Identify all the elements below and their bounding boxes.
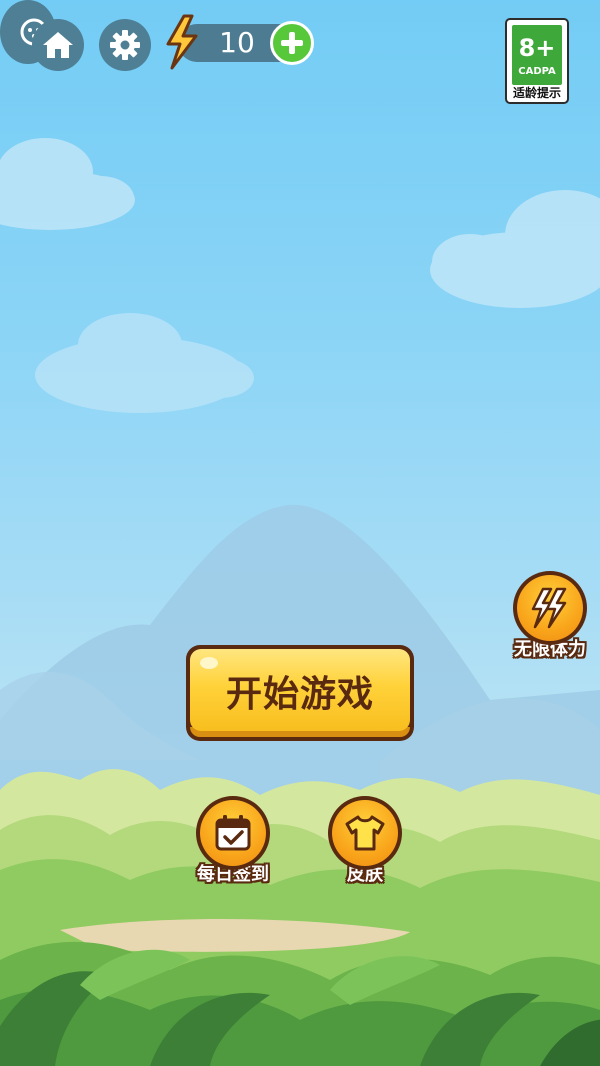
home-button[interactable]	[32, 19, 84, 71]
unlimited-energy-circle	[513, 571, 587, 645]
plus-icon	[281, 32, 303, 54]
cloud-middle	[35, 313, 254, 413]
age-rating-org: CADPA	[518, 66, 556, 77]
lightning-icon	[531, 587, 567, 629]
skin-button[interactable]: 皮肤	[322, 796, 408, 886]
age-rating-value: 8+	[518, 34, 556, 62]
skin-circle	[328, 796, 402, 870]
age-rating-tip: 适龄提示	[512, 86, 561, 100]
add-energy-button[interactable]	[270, 21, 314, 65]
settings-button[interactable]	[99, 19, 151, 71]
cloud-right	[430, 190, 600, 308]
age-rating-badge: 8+ CADPA 适龄提示	[505, 18, 569, 104]
game-screen: 10 8+ CADPA 适龄提示 无限体力 开始游戏 每日签到 皮肤	[0, 0, 600, 1066]
energy-count: 10	[219, 26, 255, 59]
cloud-left	[0, 138, 135, 230]
home-icon	[43, 32, 73, 58]
start-game-label: 开始游戏	[225, 674, 374, 715]
scenery-background	[0, 138, 600, 1066]
start-game-button[interactable]: 开始游戏	[186, 645, 414, 741]
age-rating-box: 8+ CADPA	[512, 25, 562, 85]
gear-icon	[110, 30, 140, 60]
unlimited-energy-button[interactable]: 无限体力	[504, 571, 596, 661]
daily-checkin-button[interactable]: 每日签到	[190, 796, 276, 886]
daily-checkin-circle	[196, 796, 270, 870]
tshirt-icon	[345, 815, 385, 851]
calendar-check-icon	[215, 815, 251, 851]
lightning-icon	[166, 14, 198, 70]
